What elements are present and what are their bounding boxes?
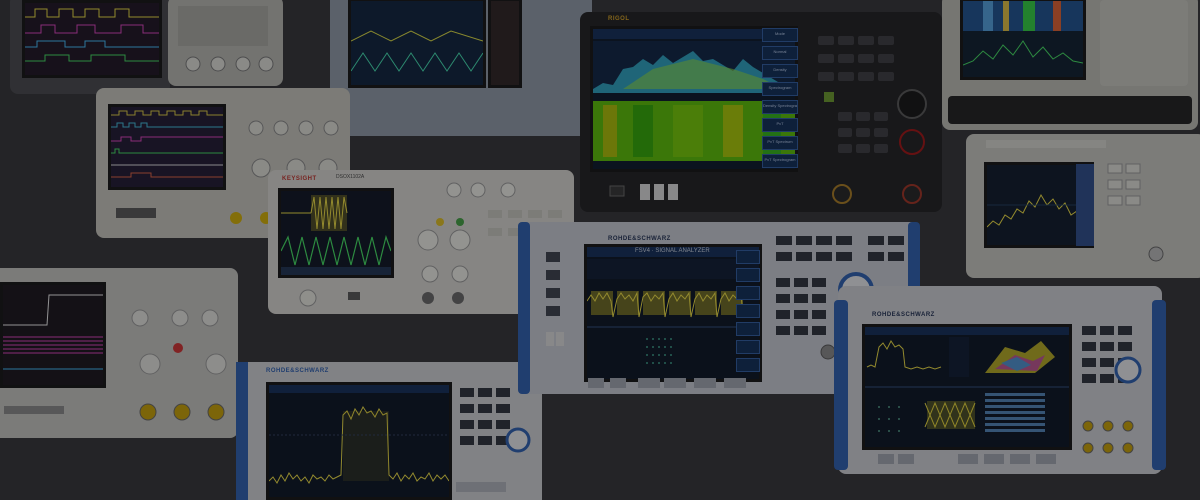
rotary-knob [1114,356,1142,384]
fsw-keypad [878,326,1142,464]
analyzer-controls [986,140,1164,262]
softkey-density-spectrogram: Density Spectrogram [762,100,798,114]
spectrum-display [963,1,1083,66]
rs-keypad [236,362,531,500]
softkey-pvt: PvT [762,118,798,132]
softkey-mode: Mode [762,28,798,42]
scope-controls [4,309,227,421]
rigol-spectrum-analyzer: RIGOL Mode Normal Density Spectrogram De… [580,12,942,212]
arrow-pad [899,129,925,155]
rs-spectrum-analyzer-bottom: ROHDE&SCHWARZ [236,362,542,500]
softkey-spectrogram: Spectrogram [762,82,798,96]
waveform-traces [25,8,159,62]
rf-input-connector [832,184,852,204]
meter-knobs [178,6,274,72]
softkey-density: Density [762,64,798,78]
brand-logo: RIGOL [608,16,630,22]
benchtop-meter [168,0,283,86]
handle-left [518,222,530,394]
waveform-traces [351,30,483,72]
oscilloscope-bottom-left [0,268,238,438]
rotary-knob [505,427,531,453]
softkey-column [736,250,760,376]
rf-output-connector [902,184,922,204]
rs-signal-spectrum-analyzer-right: ROHDE&SCHWARZ [834,286,1166,474]
bottom-black-bar [948,96,1192,124]
analyzer-screen [960,0,1086,80]
instrument-collage: RIGOL Mode Normal Density Spectrogram De… [0,0,1200,500]
oscilloscope-screen [348,0,486,88]
oscilloscope-side-panel [488,0,522,88]
brand-logo: ROHDE&SCHWARZ [608,236,671,242]
softkey-normal: Normal [762,46,798,60]
softkey-pvt-spectrogram: PvT Spectrogram [762,154,798,168]
screen-title: FSV4 · SIGNAL ANALYZER [635,248,710,254]
softkey-pvt-spectrum: PvT Spectrum [762,136,798,150]
rotary-knob [897,89,927,119]
spectrum-analyzer-right [966,134,1200,278]
oscilloscope-screen [22,0,162,78]
softkey-column: Mode Normal Density Spectrogram Density … [762,28,798,168]
spectrum-analyzer-top-right [942,0,1198,130]
oscilloscope-top-left [10,0,170,94]
oscilloscope-top-center [330,0,592,136]
keypad-area [1100,0,1188,86]
spectrum-display [587,247,759,364]
